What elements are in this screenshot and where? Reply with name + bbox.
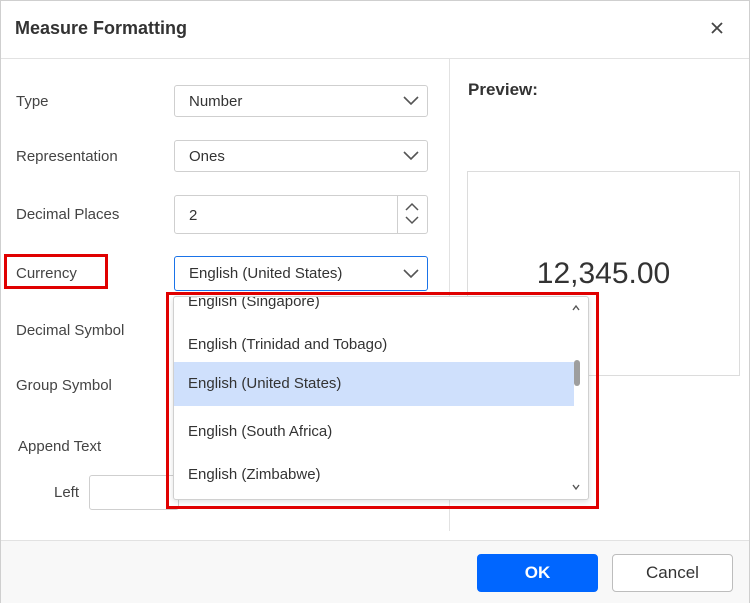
dropdown-item-label: English (United States) bbox=[188, 375, 342, 392]
chevron-down-icon bbox=[403, 269, 419, 279]
ok-button[interactable]: OK bbox=[477, 554, 598, 592]
decimal-places-label: Decimal Places bbox=[16, 206, 120, 223]
dialog-title: Measure Formatting bbox=[15, 18, 188, 38]
dropdown-scrollbar-thumb[interactable] bbox=[574, 360, 580, 386]
group-symbol-label: Group Symbol bbox=[16, 377, 112, 394]
decimal-places-stepper[interactable]: 2 bbox=[174, 195, 428, 234]
currency-select[interactable]: English (United States) bbox=[174, 256, 428, 291]
dropdown-item-label: English (South Africa) bbox=[188, 423, 333, 440]
dropdown-item-label: English (Zimbabwe) bbox=[188, 466, 321, 483]
dropdown-item-english-singapore[interactable]: English (Singapore) bbox=[174, 296, 574, 323]
dropdown-item-english-trinidad-tobago[interactable]: English (Trinidad and Tobago) bbox=[174, 323, 574, 366]
append-left-label: Left bbox=[54, 484, 80, 501]
spin-divider bbox=[397, 196, 398, 233]
currency-value: English (United States) bbox=[189, 265, 343, 282]
chevron-down-icon bbox=[403, 96, 419, 106]
scroll-up-arrow-icon[interactable] bbox=[571, 304, 581, 312]
chevron-up-icon[interactable] bbox=[405, 202, 419, 211]
dropdown-item-english-zimbabwe[interactable]: English (Zimbabwe) bbox=[174, 453, 574, 496]
append-left-input[interactable] bbox=[89, 475, 179, 510]
type-label: Type bbox=[16, 93, 49, 110]
decimal-symbol-label: Decimal Symbol bbox=[16, 322, 125, 339]
currency-label: Currency bbox=[16, 265, 77, 282]
scroll-down-arrow-icon[interactable] bbox=[571, 483, 581, 491]
chevron-down-icon[interactable] bbox=[405, 216, 419, 225]
type-value: Number bbox=[189, 93, 243, 110]
dialog-header: Measure Formatting bbox=[1, 1, 749, 59]
type-select[interactable]: Number bbox=[174, 85, 428, 117]
representation-label: Representation bbox=[16, 148, 118, 165]
currency-dropdown-list[interactable]: English (Singapore) English (Trinidad an… bbox=[173, 296, 589, 500]
dropdown-item-english-south-africa[interactable]: English (South Africa) bbox=[174, 410, 574, 453]
close-icon bbox=[711, 22, 723, 34]
dropdown-item-english-united-states[interactable]: English (United States) bbox=[174, 362, 574, 406]
dropdown-item-label: English (Trinidad and Tobago) bbox=[188, 336, 388, 353]
representation-select[interactable]: Ones bbox=[174, 140, 428, 172]
preview-label: Preview: bbox=[468, 80, 538, 99]
decimal-places-value: 2 bbox=[189, 207, 198, 224]
cancel-button[interactable]: Cancel bbox=[612, 554, 733, 592]
chevron-down-icon bbox=[403, 151, 419, 161]
append-text-label: Append Text bbox=[18, 438, 102, 455]
preview-value: 12,345.00 bbox=[536, 257, 671, 290]
close-button[interactable] bbox=[705, 16, 729, 40]
dialog-footer: OK Cancel bbox=[1, 540, 749, 603]
dropdown-item-label: English (Singapore) bbox=[188, 296, 320, 310]
representation-value: Ones bbox=[189, 148, 225, 165]
